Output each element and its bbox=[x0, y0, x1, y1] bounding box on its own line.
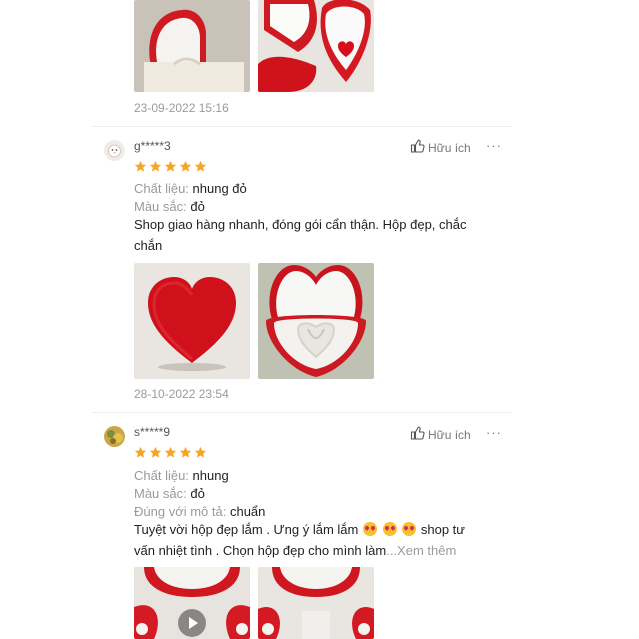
review-photo[interactable] bbox=[134, 0, 250, 92]
avatar[interactable] bbox=[104, 140, 125, 161]
review-photo[interactable] bbox=[258, 263, 374, 379]
review-photo[interactable] bbox=[258, 0, 374, 92]
star-icon bbox=[134, 446, 147, 458]
attribute-row: Đúng với mô tả: chuẩn bbox=[134, 504, 265, 519]
star-icon bbox=[164, 446, 177, 458]
attribute-row: Màu sắc: đỏ bbox=[134, 486, 205, 501]
star-rating bbox=[134, 446, 207, 459]
attribute-row: Chất liệu: nhung bbox=[134, 468, 229, 483]
star-icon bbox=[134, 160, 147, 172]
heart-eyes-emoji-icon bbox=[402, 522, 417, 536]
helpful-label: Hữu ích bbox=[428, 427, 471, 442]
review-text: Tuyệt vời hộp đẹp lắm . Ưng ý lắm lắm bbox=[134, 522, 359, 537]
heart-eyes-emoji-icon bbox=[362, 522, 377, 536]
review-content-line: chắn bbox=[134, 238, 163, 253]
review-content-line: vấn nhiệt tình . Chọn hộp đẹp cho mình l… bbox=[134, 540, 504, 561]
see-more-link[interactable]: ...Xem thêm bbox=[386, 543, 456, 558]
review-divider bbox=[92, 126, 512, 127]
star-icon bbox=[179, 446, 192, 458]
reviewer-username: g*****3 bbox=[134, 139, 171, 153]
review-content-line: Tuyệt vời hộp đẹp lắm . Ưng ý lắm lắm sh… bbox=[134, 519, 504, 540]
review-photo[interactable] bbox=[134, 263, 250, 379]
attribute-value: đỏ bbox=[190, 486, 205, 501]
star-icon bbox=[164, 160, 177, 172]
attribute-label: Màu sắc: bbox=[134, 199, 187, 214]
review-content: Tuyệt vời hộp đẹp lắm . Ưng ý lắm lắm sh… bbox=[134, 519, 504, 561]
helpful-button[interactable]: Hữu ích bbox=[410, 139, 471, 156]
attribute-label: Màu sắc: bbox=[134, 486, 187, 501]
attribute-value: nhung bbox=[192, 468, 229, 483]
play-icon[interactable] bbox=[178, 609, 206, 637]
review-text: vấn nhiệt tình . Chọn hộp đẹp cho mình l… bbox=[134, 543, 387, 558]
review-text: shop tư bbox=[420, 522, 465, 537]
review-date: 23-09-2022 15:16 bbox=[134, 101, 229, 115]
star-rating bbox=[134, 160, 207, 173]
review-date: 28-10-2022 23:54 bbox=[134, 387, 229, 401]
heart-eyes-emoji-icon bbox=[382, 522, 397, 536]
attribute-row: Chất liệu: nhung đỏ bbox=[134, 181, 247, 196]
thumbs-up-icon bbox=[410, 139, 425, 156]
star-icon bbox=[194, 446, 207, 458]
more-options-button[interactable]: ··· bbox=[486, 425, 502, 440]
attribute-value: đỏ bbox=[190, 199, 205, 214]
helpful-button[interactable]: Hữu ích bbox=[410, 426, 471, 443]
attribute-value: chuẩn bbox=[229, 504, 266, 519]
review-content-line: Shop giao hàng nhanh, đóng gói cẩn thận.… bbox=[134, 217, 467, 232]
avatar[interactable] bbox=[104, 426, 125, 447]
reviewer-username: s*****9 bbox=[134, 425, 171, 439]
more-options-button[interactable]: ··· bbox=[486, 138, 502, 153]
thumbs-up-icon bbox=[410, 426, 425, 443]
star-icon bbox=[179, 160, 192, 172]
star-icon bbox=[149, 160, 162, 172]
attribute-label: Chất liệu: bbox=[134, 468, 189, 483]
star-icon bbox=[149, 446, 162, 458]
attribute-row: Màu sắc: đỏ bbox=[134, 199, 205, 214]
helpful-label: Hữu ích bbox=[428, 140, 471, 155]
attribute-value: nhung đỏ bbox=[192, 181, 247, 196]
review-divider bbox=[92, 412, 512, 413]
attribute-label: Đúng với mô tả: bbox=[134, 504, 227, 519]
review-content: Shop giao hàng nhanh, đóng gói cẩn thận.… bbox=[134, 214, 504, 256]
review-photo[interactable] bbox=[258, 567, 374, 639]
review-video-thumbnail[interactable] bbox=[134, 567, 250, 639]
attribute-label: Chất liệu: bbox=[134, 181, 189, 196]
star-icon bbox=[194, 160, 207, 172]
